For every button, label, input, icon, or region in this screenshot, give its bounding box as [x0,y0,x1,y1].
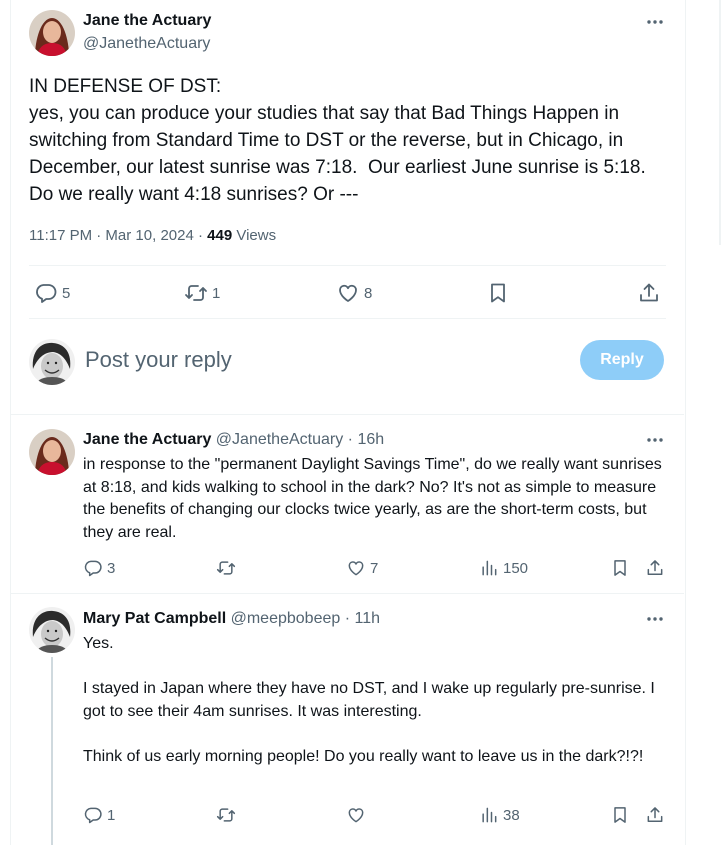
reply-count: 5 [62,284,71,302]
author-handle[interactable]: @meepbobeep · 11h [231,610,380,627]
repost-button[interactable] [216,558,236,578]
reply-button[interactable]: 3 [83,558,115,578]
avatar[interactable] [29,429,75,475]
reply-count: 1 [107,806,116,824]
author-name[interactable]: Jane the Actuary [83,431,211,448]
reply-submit-button[interactable]: Reply [580,340,664,380]
bookmark-button[interactable] [610,558,630,578]
reply-text: in response to the "permanent Daylight S… [83,456,667,541]
views-icon [482,807,497,823]
views-count: 38 [503,806,520,824]
tweet-text: IN DEFENSE OF DST: yes, you can produce … [29,76,646,205]
share-button[interactable] [637,281,661,305]
views-icon [482,560,497,576]
repost-count: 1 [212,284,221,302]
my-avatar[interactable] [29,339,75,385]
like-button[interactable]: 7 [346,558,378,578]
views-count: 150 [503,559,529,577]
tweet-timestamp[interactable]: 11:17 PM · Mar 10, 2024 · [29,227,207,244]
like-icon [348,561,364,576]
share-button[interactable] [645,805,665,825]
author-handle[interactable]: @JanetheActuary · 16h [216,431,384,448]
views-count: 449 [207,227,233,244]
reply-button[interactable]: 5 [34,281,70,305]
views-button[interactable]: 150 [479,558,528,578]
repost-button[interactable]: 1 [184,281,220,305]
tweet-meta: 11:17 PM · Mar 10, 2024 · 449 Views [29,227,276,244]
reply-icon [84,560,102,577]
like-icon [339,284,357,302]
reply-header: Mary Pat Campbell @meepbobeep · 11h [83,610,380,628]
divider [29,265,666,266]
repost-icon [216,561,236,575]
bookmark-icon [614,807,626,823]
share-button[interactable] [645,558,665,578]
views-button[interactable]: 38 [479,805,520,825]
more-icon[interactable] [645,609,665,629]
like-count: 7 [370,559,379,577]
author-name[interactable]: Mary Pat Campbell [83,610,226,627]
repost-icon [216,808,236,822]
thread-line [51,657,53,845]
reply-input[interactable]: Post your reply [85,347,232,373]
avatar[interactable] [29,10,75,56]
divider [11,593,684,594]
avatar[interactable] [29,607,75,653]
views-label: Views [232,227,277,244]
reply-icon [84,807,102,824]
like-button[interactable]: 8 [336,281,372,305]
bookmark-button[interactable] [610,805,630,825]
bookmark-button[interactable] [486,281,510,305]
share-icon [647,560,663,575]
repost-button[interactable] [216,805,236,825]
like-button[interactable] [346,805,366,825]
more-icon[interactable] [645,430,665,450]
author-handle[interactable]: @JanetheActuary [83,35,210,53]
like-count: 8 [364,284,373,302]
bookmark-icon [491,283,505,303]
more-icon[interactable] [645,12,665,32]
bookmark-icon [614,560,626,576]
like-icon [348,808,364,823]
divider [11,414,684,415]
reply-count: 3 [107,559,116,577]
repost-icon [185,285,207,301]
reply-header: Jane the Actuary @JanetheActuary · 16h [83,431,384,449]
divider [29,318,666,319]
share-icon [647,807,663,822]
share-icon [640,283,658,302]
reply-text: Yes. I stayed in Japan where they have n… [83,635,655,765]
reply-button[interactable]: 1 [83,805,115,825]
author-name[interactable]: Jane the Actuary [83,12,211,30]
reply-icon [36,284,57,303]
